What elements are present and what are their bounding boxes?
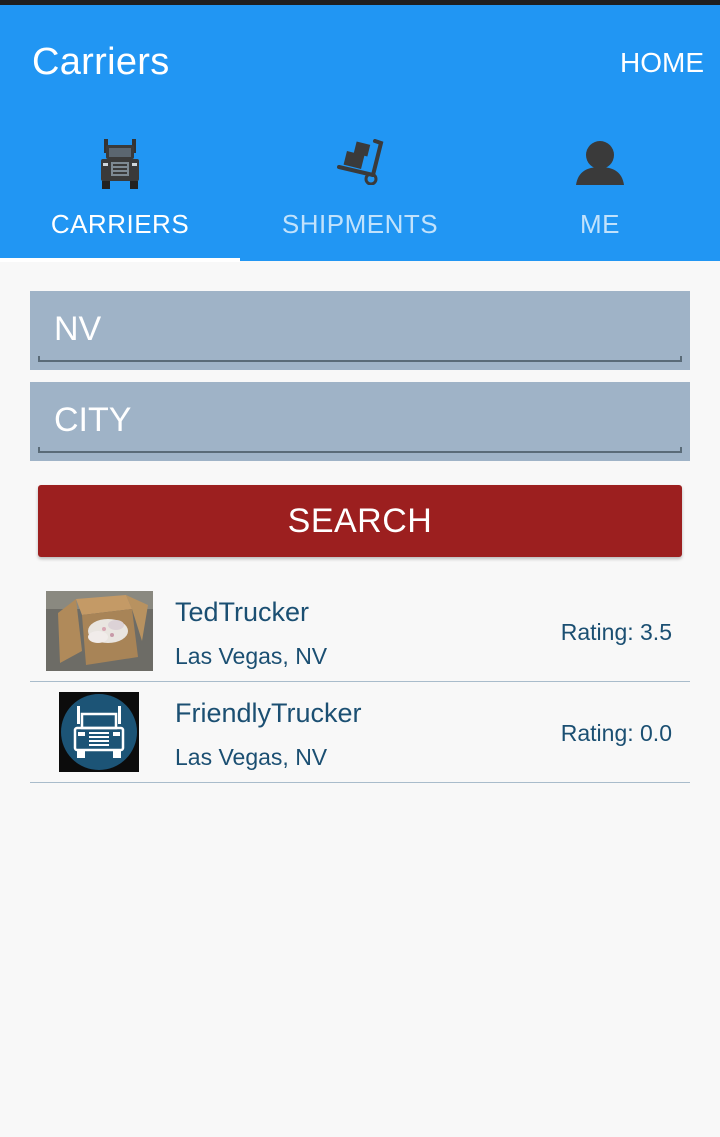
tab-shipments[interactable]: SHIPMENTS bbox=[240, 123, 480, 261]
carrier-rating: Rating: 3.5 bbox=[560, 619, 672, 645]
state-input[interactable] bbox=[54, 307, 654, 351]
active-tab-indicator bbox=[0, 258, 240, 262]
tab-me-label: ME bbox=[580, 209, 620, 239]
carrier-location: Las Vegas, NV bbox=[175, 643, 328, 669]
city-field-underline bbox=[38, 447, 682, 453]
page-title: Carriers bbox=[32, 41, 170, 83]
app-bar: Carriers HOME CARRIERS SHIPMENTS ME bbox=[0, 5, 720, 262]
tab-carriers[interactable]: CARRIERS bbox=[0, 123, 240, 261]
state-field[interactable] bbox=[30, 291, 690, 370]
carrier-rating: Rating: 0.0 bbox=[560, 720, 672, 746]
carrier-thumbnail-truck-logo bbox=[59, 692, 139, 772]
truck-icon bbox=[98, 139, 142, 194]
carrier-name: TedTrucker bbox=[175, 597, 310, 627]
tab-carriers-label: CARRIERS bbox=[50, 209, 190, 239]
city-field[interactable] bbox=[30, 382, 690, 461]
hand-truck-icon bbox=[335, 139, 385, 190]
tab-shipments-label: SHIPMENTS bbox=[281, 209, 439, 239]
carrier-name: FriendlyTrucker bbox=[175, 698, 362, 728]
person-icon bbox=[574, 139, 626, 190]
tab-me[interactable]: ME bbox=[480, 123, 720, 261]
carrier-location: Las Vegas, NV bbox=[175, 744, 328, 770]
list-item[interactable]: TedTrucker Las Vegas, NV Rating: 3.5 bbox=[30, 581, 690, 682]
state-field-underline bbox=[38, 356, 682, 362]
city-input[interactable] bbox=[54, 398, 654, 442]
home-button[interactable]: HOME bbox=[620, 47, 704, 79]
search-button[interactable]: SEARCH bbox=[38, 485, 682, 557]
carrier-list: TedTrucker Las Vegas, NV Rating: 3.5 Fri… bbox=[30, 581, 690, 783]
list-item[interactable]: FriendlyTrucker Las Vegas, NV Rating: 0.… bbox=[30, 682, 690, 783]
carrier-thumbnail-box-photo bbox=[46, 591, 153, 671]
